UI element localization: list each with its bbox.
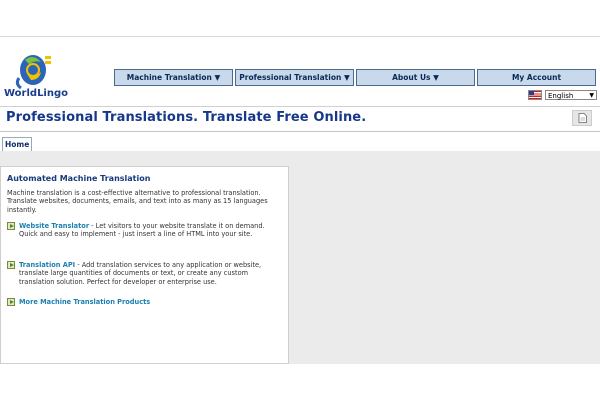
machine-translation-panel: Automated Machine Translation Machine tr… (0, 166, 289, 364)
page-headline: Professional Translations. Translate Fre… (6, 110, 367, 125)
brand-name[interactable]: WorldLingo (4, 88, 68, 99)
arrow-bullet-icon (7, 261, 15, 269)
brand-lingo: Lingo (37, 88, 69, 99)
list-item-translation-api: Translation API - Add translation servic… (7, 261, 285, 286)
language-select[interactable]: English ▼ (545, 89, 597, 100)
list-item-more-products: More Machine Translation Products (7, 298, 285, 306)
translation-api-link[interactable]: Translation API (19, 261, 75, 269)
tab-bar: Home (0, 137, 600, 152)
nav-machine-translation[interactable]: Machine Translation ▼ (114, 69, 233, 86)
print-page-icon[interactable] (572, 110, 592, 126)
chevron-down-icon: ▼ (589, 91, 594, 99)
us-flag-icon (528, 89, 542, 100)
arrow-bullet-icon (7, 298, 15, 306)
nav-professional-translation[interactable]: Professional Translation ▼ (235, 69, 354, 86)
panel-title: Automated Machine Translation (7, 174, 151, 183)
top-blank-bar (0, 0, 600, 37)
language-selected: English (548, 91, 574, 100)
main-nav: Machine Translation ▼ Professional Trans… (114, 69, 598, 86)
tab-home[interactable]: Home (2, 137, 33, 152)
more-products-link[interactable]: More Machine Translation Products (19, 298, 150, 306)
panel-intro: Machine translation is a cost-effective … (7, 189, 268, 214)
nav-my-account[interactable]: My Account (477, 69, 596, 86)
brand-world: World (4, 88, 38, 99)
website-translator-link[interactable]: Website Translator (19, 222, 89, 230)
arrow-bullet-icon (7, 222, 15, 230)
list-item-website-translator: Website Translator - Let visitors to you… (7, 222, 285, 239)
nav-about-us[interactable]: About Us ▼ (356, 69, 475, 86)
language-picker: English ▼ (528, 89, 597, 100)
